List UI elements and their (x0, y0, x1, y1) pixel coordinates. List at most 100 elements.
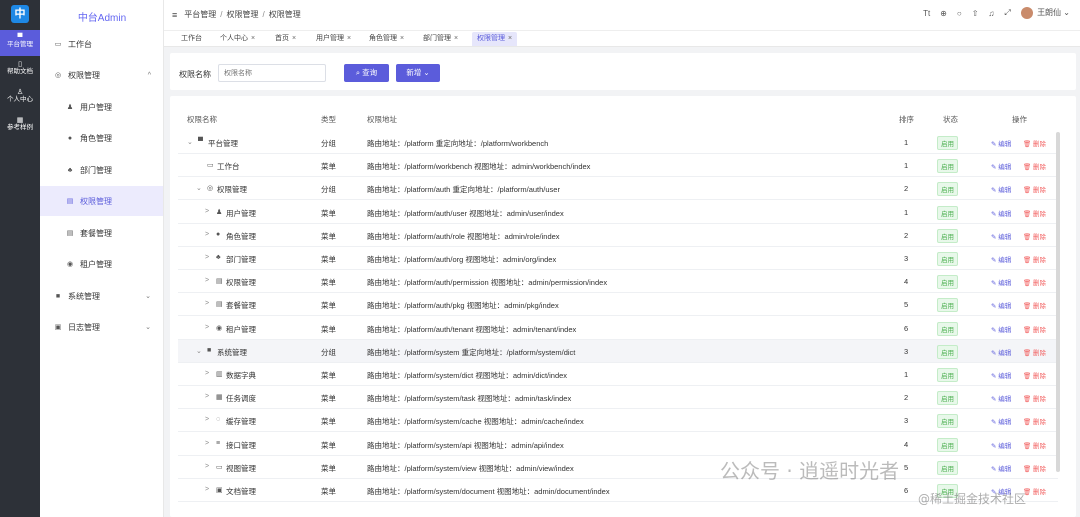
sidebar-item-departments[interactable]: ♣ 部门管理 (40, 155, 163, 185)
theme-icon[interactable]: ⇧ (972, 9, 979, 18)
table-row[interactable]: > ▤ 权限管理 菜单 路由地址：/platform/auth/permission 视… (178, 270, 1058, 294)
expand-caret-icon[interactable]: > (205, 324, 209, 331)
table-row[interactable]: ⌄ ■ 系统管理 分组 路由地址：/platform/system 重定向地址：/pla… (178, 339, 1058, 363)
edit-button[interactable]: ✎ 编辑 (991, 231, 1011, 241)
tab-profile[interactable]: 个人中心 × (215, 32, 260, 46)
close-icon[interactable]: × (454, 35, 458, 42)
expand-caret-icon[interactable]: > (205, 486, 209, 493)
edit-button[interactable]: ✎ 编辑 (991, 184, 1011, 194)
sidebar-item-permission-group[interactable]: ◎ 权限管理 ^ (40, 60, 163, 90)
expand-caret-icon[interactable]: > (205, 370, 209, 377)
tab-home[interactable]: 首页 × (270, 32, 301, 46)
edit-button[interactable]: ✎ 编辑 (991, 300, 1011, 310)
table-row[interactable]: > ≡ 接口管理 菜单 路由地址：/platform/system/api 视图地址：a… (178, 433, 1058, 456)
expand-caret-icon[interactable]: > (205, 277, 209, 284)
fullscreen-icon[interactable]: ⤢ (1004, 8, 1010, 18)
table-row[interactable]: > ♣ 部门管理 菜单 路由地址：/platform/auth/org 视图地址：adm… (178, 247, 1058, 270)
add-button[interactable]: 新增 ⌄ (396, 64, 440, 82)
delete-button[interactable]: 🗑 删除 (1023, 486, 1046, 496)
expand-caret-icon[interactable]: ⌄ (196, 347, 202, 355)
delete-button[interactable]: 🗑 删除 (1023, 463, 1046, 473)
sidebar-item-system[interactable]: ■ 系统管理 ⌄ (40, 281, 163, 311)
delete-button[interactable]: 🗑 删除 (1023, 254, 1046, 264)
delete-button[interactable]: 🗑 删除 (1023, 138, 1046, 148)
tab-workbench[interactable]: 工作台 (176, 32, 207, 46)
sidebar-item-permissions[interactable]: ▤ 权限管理 (40, 186, 163, 216)
edit-button[interactable]: ✎ 编辑 (991, 463, 1011, 473)
edit-button[interactable]: ✎ 编辑 (991, 416, 1011, 426)
table-row[interactable]: > ▭ 视图管理 菜单 路由地址：/platform/system/view 视图地址：… (178, 456, 1058, 479)
edit-button[interactable]: ✎ 编辑 (991, 254, 1011, 264)
notification-icon[interactable]: ♫ (988, 9, 994, 18)
sidebar-item-tenants[interactable]: ◉ 租户管理 (40, 249, 163, 279)
edit-button[interactable]: ✎ 编辑 (991, 347, 1011, 357)
table-row[interactable]: > ▤ 套餐管理 菜单 路由地址：/platform/auth/pkg 视图地址：adm… (178, 293, 1058, 317)
table-row[interactable]: > ♟ 用户管理 菜单 路由地址：/platform/auth/user 视图地址：ad… (178, 201, 1058, 224)
table-row[interactable]: > ◌ 缓存管理 菜单 路由地址：/platform/system/cache 视图地址… (178, 409, 1058, 433)
table-row[interactable]: > ● 角色管理 菜单 路由地址：/platform/auth/role 视图地址：ad… (178, 224, 1058, 247)
expand-caret-icon[interactable]: > (205, 254, 209, 261)
language-icon[interactable]: ⊕ (940, 9, 947, 18)
table-row[interactable]: ▭ 工作台 菜单 路由地址：/platform/workbench 视图地址：admi… (178, 154, 1058, 178)
delete-button[interactable]: 🗑 删除 (1023, 416, 1046, 426)
permission-name-input[interactable] (218, 64, 326, 82)
expand-caret-icon[interactable]: > (205, 208, 209, 215)
expand-caret-icon[interactable]: > (205, 463, 209, 470)
table-row[interactable]: ⌄ ◎ 权限管理 分组 路由地址：/platform/auth 重定向地址：/platf… (178, 177, 1058, 201)
expand-caret-icon[interactable]: ⌄ (196, 184, 202, 192)
breadcrumb-item[interactable]: 平台管理 (184, 9, 216, 20)
delete-button[interactable]: 🗑 删除 (1023, 347, 1046, 357)
close-icon[interactable]: × (400, 35, 404, 42)
delete-button[interactable]: 🗑 删除 (1023, 370, 1046, 380)
sidebar-item-roles[interactable]: ● 角色管理 (40, 123, 163, 153)
delete-button[interactable]: 🗑 删除 (1023, 161, 1046, 171)
rail-item-platform[interactable]: ▀ 平台管理 (0, 30, 40, 56)
rail-item-examples[interactable]: ▦ 参考样例 (0, 113, 40, 139)
expand-caret-icon[interactable]: > (205, 416, 209, 423)
edit-button[interactable]: ✎ 编辑 (991, 208, 1011, 218)
delete-button[interactable]: 🗑 删除 (1023, 208, 1046, 218)
expand-caret-icon[interactable]: > (205, 393, 209, 400)
delete-button[interactable]: 🗑 删除 (1023, 277, 1046, 287)
user-menu[interactable]: 王朗仙 ⌄ (1020, 7, 1070, 19)
table-row[interactable]: ⌄ ▀ 平台管理 分组 路由地址：/platform 重定向地址：/platform/w… (178, 131, 1058, 154)
query-button[interactable]: ⌕ 查询 (344, 64, 389, 82)
close-icon[interactable]: × (508, 35, 512, 42)
expand-caret-icon[interactable]: > (205, 231, 209, 238)
edit-button[interactable]: ✎ 编辑 (991, 324, 1011, 334)
breadcrumb-item[interactable]: 权限管理 (227, 9, 259, 20)
delete-button[interactable]: 🗑 删除 (1023, 184, 1046, 194)
close-icon[interactable]: × (347, 35, 351, 42)
delete-button[interactable]: 🗑 删除 (1023, 300, 1046, 310)
tab-permissions[interactable]: 权限管理 × (472, 32, 518, 46)
sidebar-item-workbench[interactable]: ▭ 工作台 (40, 29, 163, 59)
delete-button[interactable]: 🗑 删除 (1023, 393, 1046, 403)
close-icon[interactable]: × (292, 35, 296, 42)
rail-item-help[interactable]: ▯ 帮助文档 (0, 57, 40, 83)
delete-button[interactable]: 🗑 删除 (1023, 440, 1046, 450)
expand-caret-icon[interactable]: > (205, 440, 209, 447)
font-size-icon[interactable]: Tt (923, 9, 930, 18)
vertical-scrollbar[interactable] (1056, 132, 1060, 472)
table-row[interactable]: > ▥ 数据字典 菜单 路由地址：/platform/system/dict 视图地址：… (178, 363, 1058, 386)
sidebar-item-logs[interactable]: ▣ 日志管理 ⌄ (40, 312, 163, 342)
tab-users[interactable]: 用户管理 × (311, 32, 356, 46)
edit-button[interactable]: ✎ 编辑 (991, 440, 1011, 450)
sidebar-item-users[interactable]: ♟ 用户管理 (40, 92, 163, 122)
edit-button[interactable]: ✎ 编辑 (991, 138, 1011, 148)
expand-caret-icon[interactable]: > (205, 300, 209, 307)
delete-button[interactable]: 🗑 删除 (1023, 231, 1046, 241)
expand-caret-icon[interactable]: ⌄ (187, 138, 193, 146)
menu-toggle-icon[interactable]: ≡ (172, 10, 177, 20)
search-icon[interactable]: ○ (957, 9, 962, 18)
edit-button[interactable]: ✎ 编辑 (991, 277, 1011, 287)
close-icon[interactable]: × (251, 35, 255, 42)
sidebar-item-packages[interactable]: ▤ 套餐管理 (40, 218, 163, 248)
tab-departments[interactable]: 部门管理 × (418, 32, 463, 46)
edit-button[interactable]: ✎ 编辑 (991, 161, 1011, 171)
edit-button[interactable]: ✎ 编辑 (991, 370, 1011, 380)
delete-button[interactable]: 🗑 删除 (1023, 324, 1046, 334)
tab-roles[interactable]: 角色管理 × (364, 32, 409, 46)
table-row[interactable]: > ◉ 租户管理 菜单 路由地址：/platform/auth/tenant 视图地址：… (178, 317, 1058, 340)
rail-item-profile[interactable]: ♙ 个人中心 (0, 85, 40, 111)
